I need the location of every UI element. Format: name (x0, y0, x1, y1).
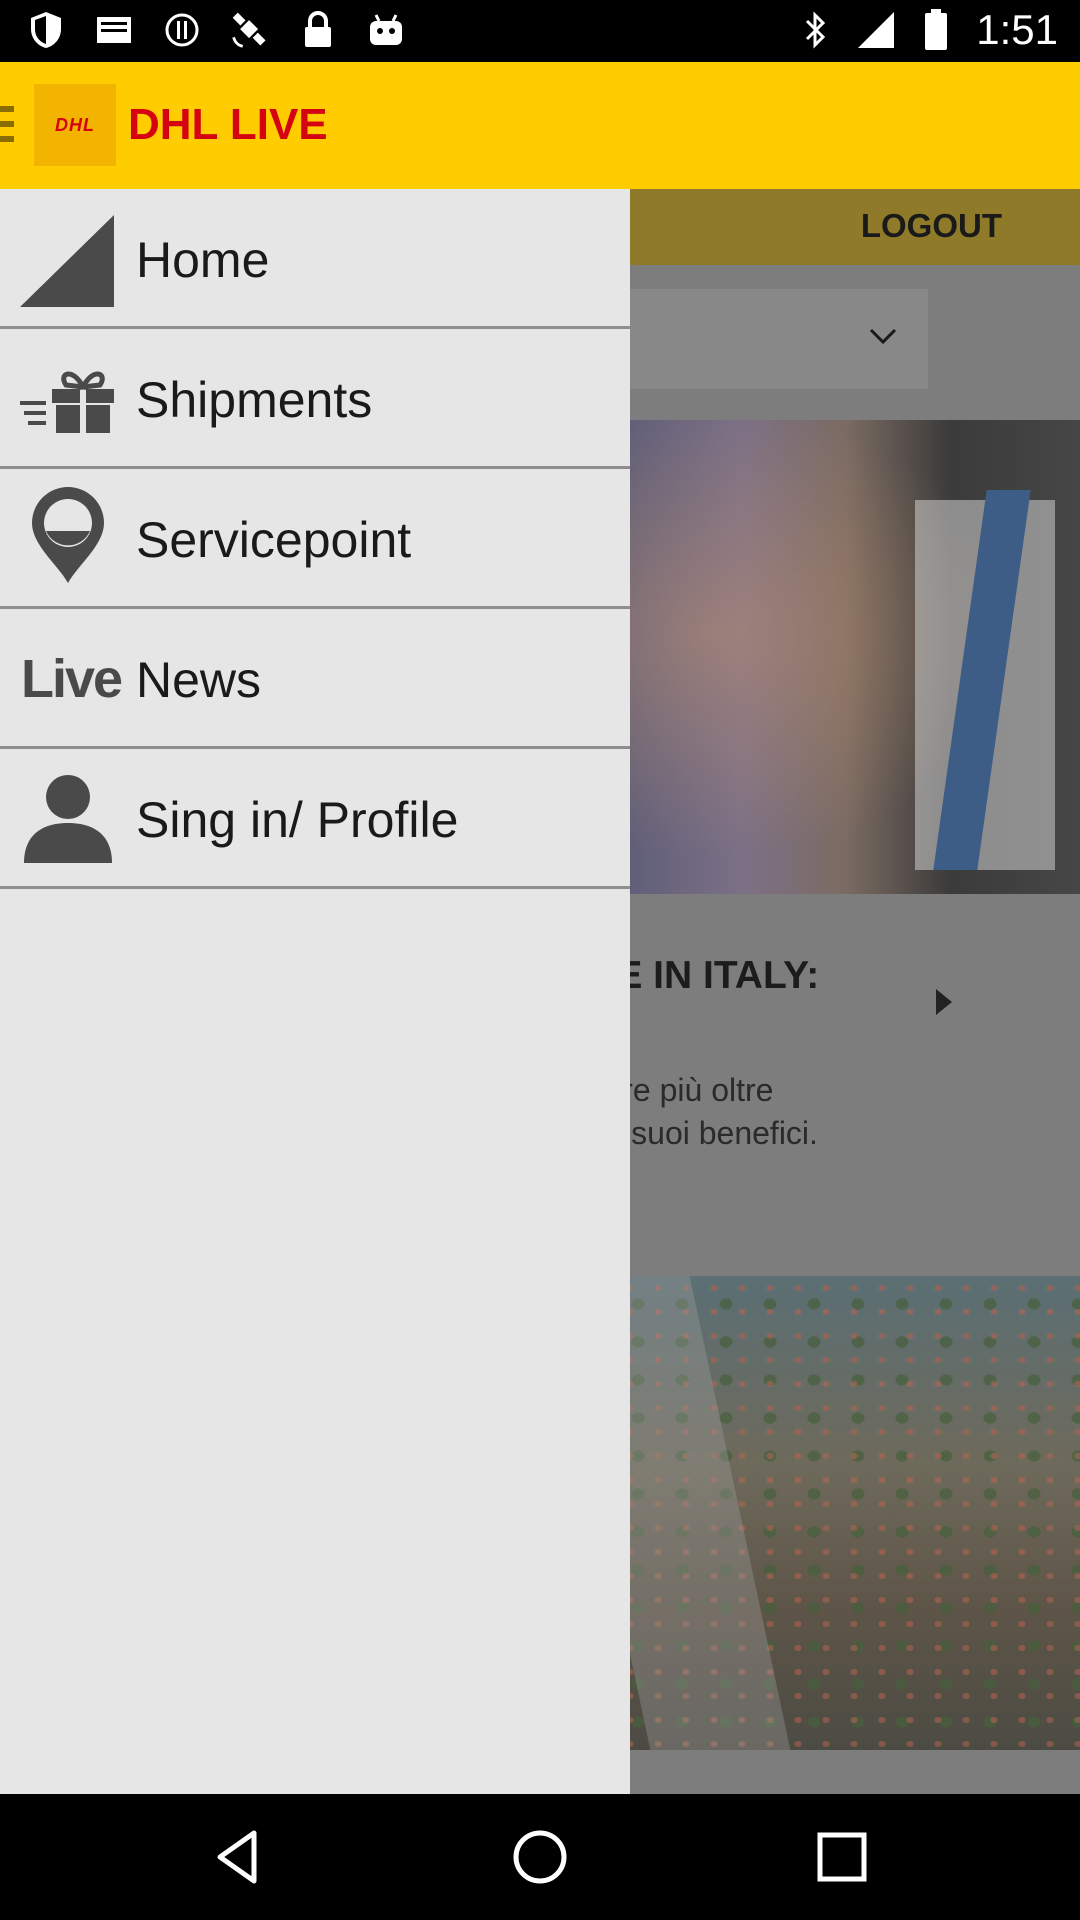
android-icon (366, 10, 406, 50)
navigation-drawer: Home Shipments Servicepoint Live News Si… (0, 189, 630, 1794)
drawer-item-label: Home (136, 232, 270, 288)
lock-icon (298, 10, 338, 50)
drawer-item-shipments[interactable]: Shipments (0, 329, 630, 469)
gift-list-icon (18, 349, 118, 449)
live-icon: Live (20, 649, 123, 709)
clock-time: 1:51 (976, 6, 1058, 53)
chevron-down-icon (869, 328, 897, 345)
person-icon (18, 769, 118, 869)
app-header: DHL DHL LIVE (0, 62, 1080, 189)
bluetooth-icon (796, 10, 836, 50)
drawer-item-home[interactable]: Home (0, 189, 630, 329)
alert-circle-icon (162, 10, 202, 50)
city-image[interactable] (549, 1276, 1080, 1750)
drawer-item-label: News (136, 652, 262, 708)
back-icon[interactable] (208, 1827, 268, 1887)
status-bar: 1:51 (0, 0, 1080, 62)
menu-icon[interactable] (0, 106, 14, 146)
app-title: DHL LIVE (128, 100, 328, 149)
drawer-item-news[interactable]: Live News (0, 609, 630, 749)
play-arrow-icon[interactable] (936, 989, 952, 1015)
home-triangle-icon (18, 211, 118, 311)
system-nav-bar (0, 1794, 1080, 1920)
signal-icon (856, 10, 896, 50)
location-pin-icon (18, 485, 118, 585)
drawer-item-profile[interactable]: Sing in/ Profile (0, 749, 630, 889)
shield-icon (26, 10, 66, 50)
drawer-item-label: Shipments (136, 372, 373, 428)
recents-icon[interactable] (812, 1827, 872, 1887)
drawer-item-label: Sing in/ Profile (136, 792, 459, 848)
satellite-icon (230, 10, 270, 50)
home-icon[interactable] (510, 1827, 570, 1887)
drawer-item-servicepoint[interactable]: Servicepoint (0, 469, 630, 609)
mail-icon (94, 10, 134, 50)
battery-icon (916, 9, 956, 50)
hero-image[interactable] (560, 420, 1080, 894)
drawer-item-label: Servicepoint (136, 512, 412, 568)
logout-button[interactable]: LOGOUT (861, 207, 1002, 245)
dhl-logo: DHL (34, 84, 116, 166)
